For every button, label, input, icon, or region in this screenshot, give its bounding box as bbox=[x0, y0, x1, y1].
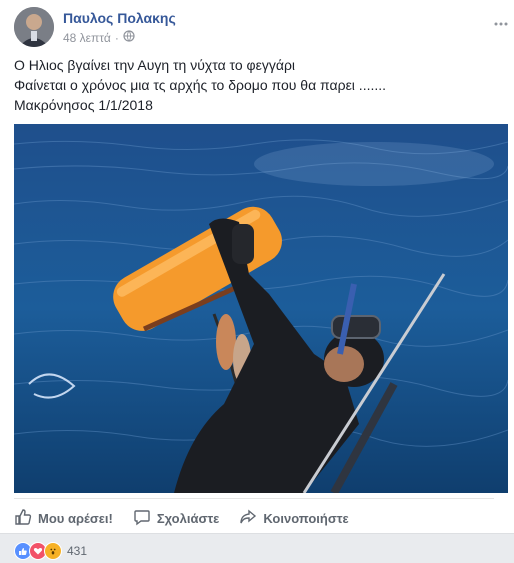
comment-label: Σχολιάστε bbox=[156, 510, 220, 526]
post-photo[interactable] bbox=[14, 124, 508, 493]
dot-separator: · bbox=[114, 30, 119, 45]
post-actions: Μου αρέσει! Σχολιάστε Κοινοποιήστε bbox=[14, 498, 494, 533]
reaction-count[interactable]: 431 bbox=[67, 544, 87, 558]
author-name[interactable]: Παυλος Πολακης bbox=[63, 10, 176, 26]
comment-icon bbox=[133, 508, 151, 529]
avatar[interactable] bbox=[14, 7, 54, 47]
share-label: Κοινοποιήστε bbox=[263, 510, 349, 526]
comment-button[interactable]: Σχολιάστε bbox=[133, 508, 219, 529]
thumbs-up-icon bbox=[14, 508, 32, 529]
share-icon bbox=[239, 508, 257, 529]
like-label: Μου αρέσει! bbox=[38, 510, 113, 526]
post-text-line: Μακρόνησος 1/1/2018 bbox=[14, 97, 153, 113]
share-button[interactable]: Κοινοποιήστε bbox=[239, 508, 349, 529]
wow-icon bbox=[44, 542, 62, 560]
post-meta: 48 λεπτά · bbox=[63, 30, 135, 45]
reactions-bar[interactable]: 431 bbox=[14, 541, 87, 561]
post-text-line: Φαίνεται ο χρόνος μια τς αρχής το δρομο … bbox=[14, 77, 387, 93]
like-button[interactable]: Μου αρέσει! bbox=[14, 508, 113, 529]
post-text-line: Ο Ηλιος βγαίνει την Αυγη τη νύχτα το φεγ… bbox=[14, 57, 296, 73]
post-card: Παυλος Πολακης 48 λεπτά · Ο Ηλιος βγαίνε… bbox=[0, 0, 514, 534]
globe-icon[interactable] bbox=[123, 30, 135, 45]
more-options-icon[interactable] bbox=[494, 14, 508, 26]
timestamp[interactable]: 48 λεπτά bbox=[63, 31, 111, 45]
post-text: Ο Ηλιος βγαίνει την Αυγη τη νύχτα το φεγ… bbox=[14, 55, 386, 115]
